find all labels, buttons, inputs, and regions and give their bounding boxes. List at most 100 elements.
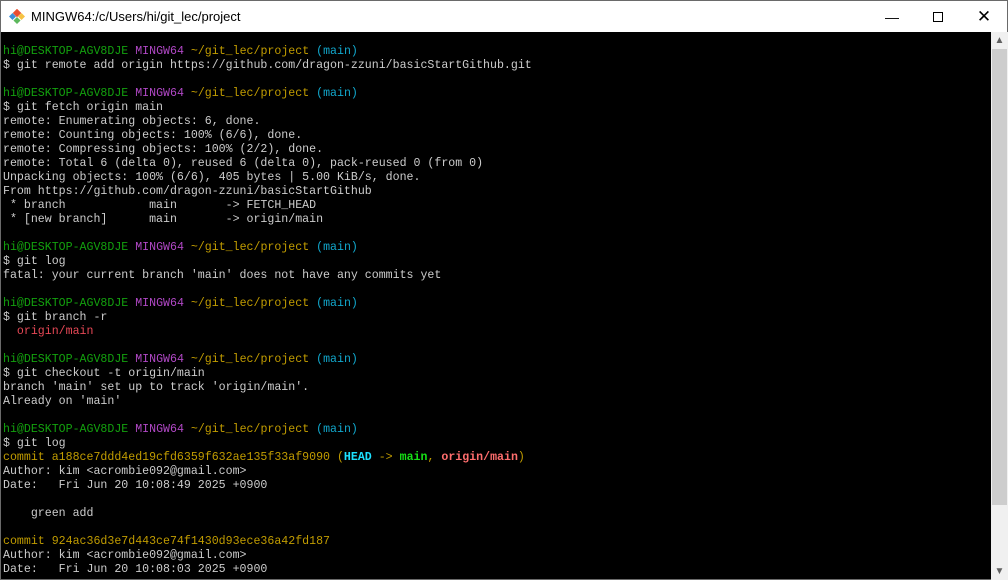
terminal-line: remote: Enumerating objects: 6, done. — [3, 115, 989, 129]
scroll-down-icon[interactable]: ▼ — [991, 563, 1008, 580]
terminal-text: * [new branch] main -> origin/main — [3, 213, 324, 226]
terminal-line: Date: Fri Jun 20 10:08:03 2025 +0900 — [3, 563, 989, 577]
terminal-text: Author: kim <acrombie092@gmail.com> — [3, 549, 247, 562]
terminal-text: $ git branch -r — [3, 311, 108, 324]
maximize-icon — [933, 11, 943, 22]
terminal-line: hi@DESKTOP-AGV8DJE MINGW64 ~/git_lec/pro… — [3, 241, 989, 255]
terminal-text: $ git fetch origin main — [3, 101, 164, 114]
terminal-text: hi@DESKTOP-AGV8DJE — [3, 423, 136, 436]
terminal-line: $ git fetch origin main — [3, 101, 989, 115]
terminal-text: ~/git_lec/project — [190, 353, 310, 366]
terminal-text: ~/git_lec/project — [190, 87, 310, 100]
window-title: MINGW64:/c/Users/hi/git_lec/project — [31, 9, 241, 24]
terminal-text: Author: kim <acrombie092@gmail.com> — [3, 465, 247, 478]
terminal-text: ~/git_lec/project — [190, 297, 310, 310]
scrollbar-thumb[interactable] — [992, 49, 1007, 505]
terminal-text: hi@DESKTOP-AGV8DJE — [3, 353, 136, 366]
terminal-window: MINGW64:/c/Users/hi/git_lec/project — ✕ … — [0, 0, 1008, 580]
terminal-text: remote: Compressing objects: 100% (2/2),… — [3, 143, 324, 156]
terminal-text: origin/main — [441, 451, 518, 464]
terminal-text: ~/git_lec/project — [190, 241, 310, 254]
terminal-text: MINGW64 — [135, 297, 191, 310]
terminal-line: From https://github.com/dragon-zzuni/bas… — [3, 185, 989, 199]
terminal-line: * [new branch] main -> origin/main — [3, 213, 989, 227]
title-bar[interactable]: MINGW64:/c/Users/hi/git_lec/project — ✕ — [1, 1, 1007, 32]
terminal-line: hi@DESKTOP-AGV8DJE MINGW64 ~/git_lec/pro… — [3, 353, 989, 367]
terminal-text: $ git log — [3, 255, 66, 268]
terminal-line: green add — [3, 507, 989, 521]
terminal-line: $ git branch -r — [3, 311, 989, 325]
terminal-text: From https://github.com/dragon-zzuni/bas… — [3, 185, 372, 198]
terminal-text: remote: Total 6 (delta 0), reused 6 (del… — [3, 157, 484, 170]
terminal-line: hi@DESKTOP-AGV8DJE MINGW64 ~/git_lec/pro… — [3, 423, 989, 437]
terminal-text: (main) — [309, 241, 358, 254]
terminal-text: hi@DESKTOP-AGV8DJE — [3, 297, 136, 310]
terminal-text: main — [399, 451, 428, 464]
terminal-line: commit 924ac36d3e7d443ce74f1430d93ece36a… — [3, 535, 989, 549]
terminal-line: origin/main — [3, 325, 989, 339]
terminal-text: MINGW64 — [135, 45, 191, 58]
terminal-line: branch 'main' set up to track 'origin/ma… — [3, 381, 989, 395]
terminal-line: remote: Total 6 (delta 0), reused 6 (del… — [3, 157, 989, 171]
terminal-text: fatal: your current branch 'main' does n… — [3, 269, 442, 282]
terminal-text: hi@DESKTOP-AGV8DJE — [3, 87, 136, 100]
terminal-line: $ git log — [3, 437, 989, 451]
terminal-text: HEAD — [343, 451, 372, 464]
terminal-line: hi@DESKTOP-AGV8DJE MINGW64 ~/git_lec/pro… — [3, 45, 989, 59]
terminal-text: -> — [371, 451, 400, 464]
minimize-button[interactable]: — — [869, 1, 915, 32]
terminal-text: Unpacking objects: 100% (6/6), 405 bytes… — [3, 171, 421, 184]
terminal-text: branch 'main' set up to track 'origin/ma… — [3, 381, 310, 394]
terminal-line: remote: Compressing objects: 100% (2/2),… — [3, 143, 989, 157]
vertical-scrollbar[interactable]: ▲ ▼ — [991, 32, 1008, 580]
terminal-text: commit 924ac36d3e7d443ce74f1430d93ece36a… — [3, 535, 330, 548]
terminal-line: $ git remote add origin https://github.c… — [3, 59, 989, 73]
maximize-button[interactable] — [915, 1, 961, 32]
terminal-line: hi@DESKTOP-AGV8DJE MINGW64 ~/git_lec/pro… — [3, 297, 989, 311]
terminal-text: hi@DESKTOP-AGV8DJE — [3, 241, 136, 254]
terminal-text: , — [427, 451, 442, 464]
terminal-line: fatal: your current branch 'main' does n… — [3, 269, 989, 283]
terminal-text: remote: Enumerating objects: 6, done. — [3, 115, 261, 128]
terminal-text: ) — [517, 451, 525, 464]
terminal-line: Date: Fri Jun 20 10:08:49 2025 +0900 — [3, 479, 989, 493]
terminal-text: Already on 'main' — [3, 395, 122, 408]
minimize-icon: — — [885, 8, 899, 25]
close-button[interactable]: ✕ — [961, 1, 1007, 32]
terminal-text: Date: Fri Jun 20 10:08:49 2025 +0900 — [3, 479, 268, 492]
terminal-line: remote: Counting objects: 100% (6/6), do… — [3, 129, 989, 143]
scroll-up-icon[interactable]: ▲ — [991, 32, 1008, 49]
terminal-text: (main) — [309, 353, 358, 366]
terminal-line: hi@DESKTOP-AGV8DJE MINGW64 ~/git_lec/pro… — [3, 87, 989, 101]
terminal-text: origin/main — [3, 325, 94, 338]
terminal-text: hi@DESKTOP-AGV8DJE — [3, 45, 136, 58]
terminal-text: commit a188ce7ddd4ed19cfd6359f632ae135f3… — [3, 451, 344, 464]
git-bash-icon — [8, 8, 26, 25]
terminal-text: (main) — [309, 87, 358, 100]
terminal-text: (main) — [309, 45, 358, 58]
terminal-text: (main) — [309, 297, 358, 310]
terminal-line: Unpacking objects: 100% (6/6), 405 bytes… — [3, 171, 989, 185]
terminal-output[interactable]: hi@DESKTOP-AGV8DJE MINGW64 ~/git_lec/pro… — [3, 31, 989, 579]
terminal-text: $ git checkout -t origin/main — [3, 367, 205, 380]
terminal-text: MINGW64 — [135, 423, 191, 436]
terminal-line: $ git log — [3, 255, 989, 269]
terminal-text: remote: Counting objects: 100% (6/6), do… — [3, 129, 303, 142]
terminal-text: $ git remote add origin https://github.c… — [3, 59, 532, 72]
terminal-line: Already on 'main' — [3, 395, 989, 409]
terminal-line: commit a188ce7ddd4ed19cfd6359f632ae135f3… — [3, 451, 989, 465]
terminal-text: (main) — [309, 423, 358, 436]
close-icon: ✕ — [976, 6, 992, 26]
terminal-text: $ git log — [3, 437, 66, 450]
terminal-text: green add — [3, 507, 94, 520]
terminal-line: * branch main -> FETCH_HEAD — [3, 199, 989, 213]
terminal-text: MINGW64 — [135, 353, 191, 366]
